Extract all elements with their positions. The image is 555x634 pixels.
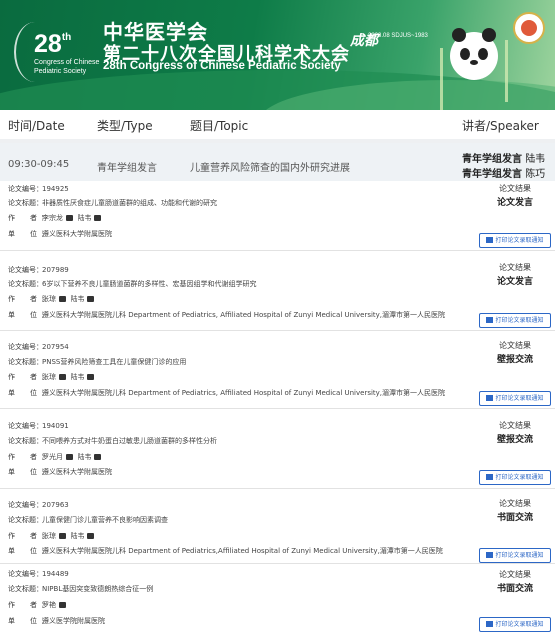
printer-icon[interactable]: [59, 296, 66, 302]
paper-title-row: 论文标题：儿童保健门诊儿童营养不良影响因素调查: [8, 516, 168, 524]
printer-icon[interactable]: [59, 533, 66, 539]
speaker-entry: 青年学组发言 陆韦: [462, 154, 546, 165]
conference-title-en: 28th Congress of Chinese Pediatric Socie…: [103, 60, 341, 72]
paper-id-row: 论文编号：207989: [8, 266, 69, 274]
paper-result: 论文结果 论文发言: [496, 263, 533, 287]
bamboo-decoration: [505, 40, 508, 102]
print-acceptance-button[interactable]: 打印论文录取通知: [479, 391, 551, 406]
paper-authors-row: 作 者：张琼 陆韦: [8, 531, 95, 541]
session-type: 青年学组发言: [97, 163, 157, 174]
paper-result: 论文结果 书面交流: [496, 499, 533, 523]
print-acceptance-button[interactable]: 打印论文录取通知: [479, 470, 551, 485]
paper-card: 论文编号：207963 论文标题：儿童保健门诊儿童营养不良影响因素调查 作 者：…: [0, 490, 555, 564]
paper-result: 论文结果 壁报交流: [496, 421, 533, 445]
printer-icon[interactable]: [66, 454, 73, 460]
session-topic: 儿童营养风险筛查的国内外研究进展: [190, 163, 350, 174]
paper-card: 论文编号：194489 论文标题：NIPBL基因突变致德朗热综合征一例 作 者：…: [0, 565, 555, 634]
print-acceptance-button[interactable]: 打印论文录取通知: [479, 313, 551, 328]
print-acceptance-button[interactable]: 打印论文录取通知: [479, 233, 551, 248]
paper-card: 论文编号：194091 论文标题：不同喂养方式对牛奶蛋白过敏患儿肠道菌群的多样性…: [0, 410, 555, 489]
printer-icon[interactable]: [66, 215, 73, 221]
paper-card: 论文编号：194925 论文标题：非器质性厌食症儿童肠道菌群的组成、功能和代谢的…: [0, 181, 555, 251]
paper-id-row: 论文编号：207954: [8, 343, 69, 351]
paper-unit-row: 单 位：遵义医科大学附属医院儿科 Department of Pediatric…: [8, 547, 443, 555]
paper-title-row: 论文标题：不同喂养方式对牛奶蛋白过敏患儿肠道菌群的多样性分析: [8, 437, 217, 445]
paper-authors-row: 作 者：李宗龙 陆韦: [8, 213, 102, 223]
printer-icon: [486, 237, 494, 243]
paper-title-row: 论文标题：NIPBL基因突变致德朗热综合征一例: [8, 585, 154, 593]
printer-icon: [486, 474, 494, 480]
schedule-table-header: 时间/Date 类型/Type 题目/Topic 讲者/Speaker: [0, 110, 555, 138]
printer-icon[interactable]: [59, 602, 66, 608]
column-header-speaker: 讲者/Speaker: [462, 119, 539, 133]
paper-id-row: 论文编号：194489: [8, 570, 69, 578]
print-acceptance-button[interactable]: 打印论文录取通知: [479, 617, 551, 632]
column-header-type: 类型/Type: [97, 119, 153, 133]
paper-unit-row: 单 位：遵义医科大学附属医院: [8, 468, 112, 476]
congress-english-small: Congress of Chinese Pediatric Society: [34, 59, 100, 75]
paper-id-row: 论文编号：194091: [8, 422, 69, 430]
printer-icon[interactable]: [87, 533, 95, 539]
printer-icon: [486, 552, 494, 558]
print-acceptance-button[interactable]: 打印论文录取通知: [479, 548, 551, 563]
printer-icon[interactable]: [87, 296, 95, 302]
column-header-topic: 题目/Topic: [190, 119, 249, 133]
paper-result: 论文结果 书面交流: [496, 570, 533, 594]
panda-mascot-icon: [450, 28, 498, 80]
printer-icon[interactable]: [87, 374, 95, 380]
paper-authors-row: 作 者：罗光月 陆韦: [8, 452, 102, 462]
printer-icon: [486, 621, 494, 627]
printer-icon: [486, 317, 494, 323]
paper-result: 论文结果 壁报交流: [496, 341, 533, 365]
paper-unit-row: 单 位：遵义医科大学附属医院: [8, 230, 112, 238]
paper-title-row: 论文标题：非器质性厌食症儿童肠道菌群的组成、功能和代谢的研究: [8, 199, 217, 207]
paper-result: 论文结果 论文发言: [496, 184, 533, 208]
paper-authors-row: 作 者：罗艳: [8, 600, 66, 610]
printer-icon[interactable]: [94, 215, 102, 221]
paper-unit-row: 单 位：遵义医科大学附属医院儿科 Department of Pediatric…: [8, 311, 446, 319]
paper-authors-row: 作 者：张琼 陆韦: [8, 294, 95, 304]
congress-number: 28th: [34, 30, 72, 58]
paper-card: 论文编号：207954 论文标题：PNSS营养风险筛查工具在儿童保健门诊的应用 …: [0, 332, 555, 409]
bamboo-decoration: [440, 48, 443, 110]
paper-unit-row: 单 位：遵义医科大学附属医院儿科 Department of Pediatric…: [8, 389, 446, 397]
printer-icon[interactable]: [59, 374, 66, 380]
column-header-time: 时间/Date: [8, 119, 65, 133]
paper-authors-row: 作 者：张琼 陆韦: [8, 372, 95, 382]
paper-unit-row: 单 位：遵义医学院附属医院: [8, 617, 105, 625]
session-time: 09:30-09:45: [8, 159, 70, 170]
conference-banner: 28th Congress of Chinese Pediatric Socie…: [0, 0, 555, 110]
paper-title-row: 论文标题：PNSS营养风险筛查工具在儿童保健门诊的应用: [8, 358, 187, 366]
paper-title-row: 论文标题：6岁以下营养不良儿童肠道菌群的多样性、宏基因组学和代谢组学研究: [8, 280, 257, 288]
paper-id-row: 论文编号：207963: [8, 501, 69, 509]
paper-id-row: 论文编号：194925: [8, 185, 69, 193]
paper-card: 论文编号：207989 论文标题：6岁以下营养不良儿童肠道菌群的多样性、宏基因组…: [0, 252, 555, 331]
conference-dates: 2023.08 SDJUS~1983: [368, 33, 428, 39]
printer-icon[interactable]: [94, 454, 102, 460]
printer-icon: [486, 395, 494, 401]
session-row[interactable]: 09:30-09:45 青年学组发言 儿童营养风险筛查的国内外研究进展 青年学组…: [0, 143, 555, 195]
society-logo-icon: [513, 12, 545, 44]
